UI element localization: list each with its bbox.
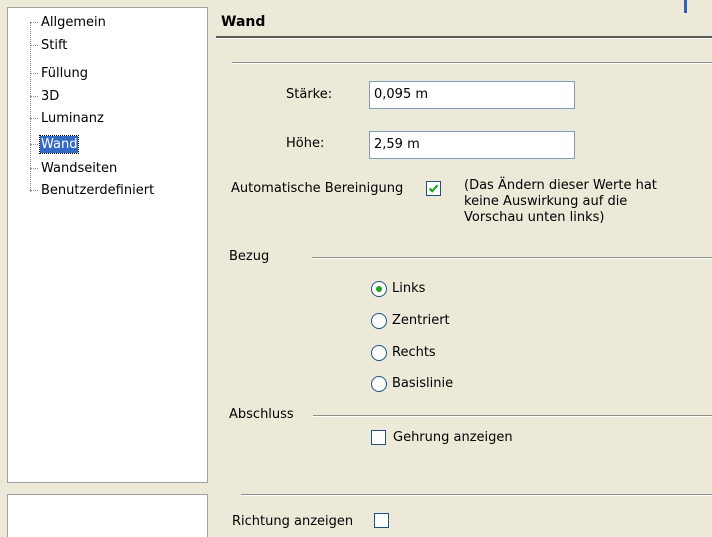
radio-button[interactable]: [371, 376, 387, 392]
auto-bereinigung-checkbox[interactable]: [426, 181, 441, 196]
radio-zentriert[interactable]: Zentriert: [371, 311, 671, 331]
tree-item-3d[interactable]: 3D: [30, 87, 60, 107]
tree-item-label: 3D: [41, 89, 60, 104]
tree-item-wand[interactable]: Wand: [30, 135, 80, 155]
radio-label: Basislinie: [392, 376, 454, 391]
auto-bereinigung-label: Automatische Bereinigung: [231, 181, 404, 196]
title-underline: [216, 36, 712, 39]
tree-branch: [30, 118, 38, 119]
radio-rechts[interactable]: Rechts: [371, 343, 671, 363]
tree-item-label: Wand: [38, 135, 80, 154]
tree-branch: [30, 22, 38, 23]
tree-item-stift[interactable]: Stift: [30, 36, 68, 56]
staerke-input[interactable]: 0,095 m: [369, 81, 575, 109]
tree-item-label: Luminanz: [41, 111, 104, 126]
tree-item-allgemein[interactable]: Allgemein: [30, 13, 107, 33]
bottom-separator: [241, 494, 712, 496]
gehrung-checkbox[interactable]: [371, 430, 386, 445]
preview-panel: [7, 494, 208, 537]
tree-item-label: Stift: [41, 38, 68, 53]
tree-item-label: Wandseiten: [41, 161, 118, 176]
gehrung-label: Gehrung anzeigen: [393, 430, 513, 445]
bezug-label: Bezug: [229, 249, 270, 264]
radio-button[interactable]: [371, 313, 387, 329]
tree-item-wandseiten[interactable]: Wandseiten: [30, 159, 118, 179]
abschluss-label: Abschluss: [229, 407, 294, 422]
tree-item-label: Benutzerdefiniert: [41, 183, 155, 198]
tree-branch: [30, 190, 38, 191]
radio-button[interactable]: [371, 281, 387, 297]
radio-label: Links: [392, 281, 426, 296]
section-separator: [232, 62, 712, 64]
panel-title: Wand: [221, 14, 266, 30]
radio-label: Zentriert: [392, 313, 450, 328]
tree-branch: [30, 144, 38, 145]
hint-note: (Das Ändern dieser Werte hat keine Auswi…: [464, 178, 657, 225]
radio-basislinie[interactable]: Basislinie: [371, 374, 671, 394]
tree-item-label: Füllung: [41, 66, 88, 81]
tree-branch: [30, 96, 38, 97]
tree-branch: [30, 168, 38, 169]
staerke-label: Stärke:: [286, 87, 333, 102]
radio-button[interactable]: [371, 345, 387, 361]
checkmark-icon: [428, 184, 439, 193]
hoehe-label: Höhe:: [286, 136, 325, 151]
hoehe-input[interactable]: 2,59 m: [369, 131, 575, 159]
tree-item-luminanz[interactable]: Luminanz: [30, 109, 105, 129]
tree-item-fuellung[interactable]: Füllung: [30, 64, 89, 84]
bezug-separator: [312, 257, 712, 259]
richtung-label: Richtung anzeigen: [232, 514, 354, 529]
tree-item-label: Allgemein: [41, 15, 106, 30]
category-tree[interactable]: Allgemein Stift Füllung 3D Luminanz Wand…: [7, 7, 208, 483]
radio-links[interactable]: Links: [371, 279, 671, 299]
richtung-checkbox[interactable]: [374, 513, 389, 528]
tree-branch: [30, 73, 38, 74]
tree-item-benutzerdefiniert[interactable]: Benutzerdefiniert: [30, 181, 155, 201]
radio-label: Rechts: [392, 345, 436, 360]
window-edge-marker: [684, 0, 687, 13]
abschluss-separator: [313, 415, 712, 417]
tree-branch: [30, 45, 38, 46]
